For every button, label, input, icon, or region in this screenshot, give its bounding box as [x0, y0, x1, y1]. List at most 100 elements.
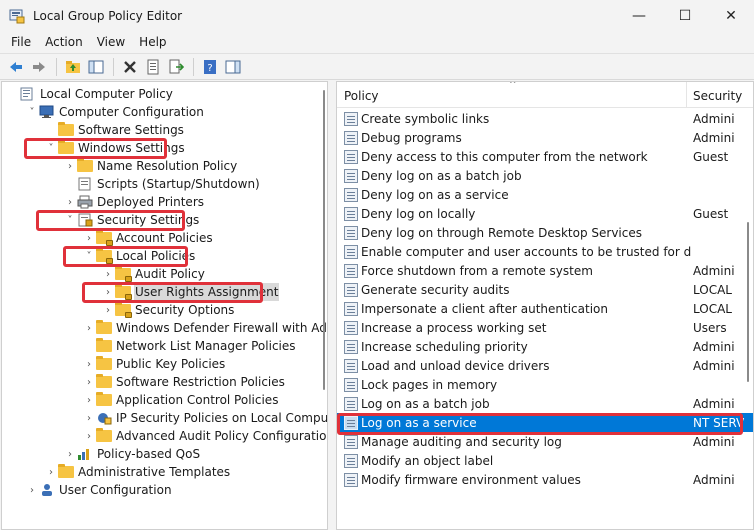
- policy-name: Force shutdown from a remote system: [361, 263, 593, 278]
- policy-row[interactable]: Increase a process working set Users: [337, 318, 753, 337]
- help-icon: ?: [204, 59, 216, 74]
- tree-node[interactable]: ˅ Local Policies: [2, 247, 320, 265]
- properties-button[interactable]: [142, 56, 164, 78]
- tree-node[interactable]: › User Configuration: [2, 481, 320, 499]
- collapse-chevron-icon[interactable]: ˅: [44, 139, 58, 157]
- tree-vertical-scrollbar[interactable]: [321, 82, 327, 529]
- policy-row[interactable]: Deny log on as a batch job: [337, 166, 753, 185]
- column-header-security[interactable]: Security: [693, 89, 742, 103]
- tree-node[interactable]: › IP Security Policies on Local Computer: [2, 409, 327, 427]
- action-pane-icon: [225, 60, 241, 73]
- tree-node[interactable]: › Advanced Audit Policy Configuration: [2, 427, 327, 445]
- expand-chevron-icon[interactable]: ›: [82, 427, 96, 445]
- tree-node[interactable]: › Deployed Printers: [2, 193, 320, 211]
- maximize-button[interactable]: ☐: [662, 0, 708, 32]
- policy-name: Manage auditing and security log: [361, 434, 562, 449]
- policy-row[interactable]: Log on as a batch job Admini: [337, 394, 753, 413]
- column-header-policy[interactable]: Policy: [344, 89, 379, 103]
- policy-row[interactable]: Impersonate a client after authenticatio…: [337, 299, 753, 318]
- forward-button[interactable]: [28, 56, 50, 78]
- details-pane[interactable]: ^ Policy Security Create symbolic links A…: [336, 81, 754, 530]
- close-button[interactable]: ✕: [708, 0, 754, 32]
- tree-node[interactable]: ˅ Windows Settings: [2, 139, 320, 157]
- policy-row[interactable]: Increase scheduling priority Admini: [337, 337, 753, 356]
- tree-node[interactable]: Scripts (Startup/Shutdown): [2, 175, 320, 193]
- list-vertical-scrollbar[interactable]: [745, 222, 751, 382]
- policy-row[interactable]: Manage auditing and security log Admini: [337, 432, 753, 451]
- menu-action[interactable]: Action: [38, 35, 90, 49]
- expand-chevron-icon[interactable]: ›: [63, 445, 77, 463]
- policy-row[interactable]: Deny log on locally Guest: [337, 204, 753, 223]
- expand-chevron-icon[interactable]: ›: [101, 265, 115, 283]
- tree-node[interactable]: › Administrative Templates: [2, 463, 320, 481]
- expand-chevron-icon[interactable]: ›: [82, 391, 96, 409]
- policy-row[interactable]: Force shutdown from a remote system Admin…: [337, 261, 753, 280]
- show-hide-tree-button[interactable]: [85, 56, 107, 78]
- tree-node[interactable]: Network List Manager Policies: [2, 337, 320, 355]
- expand-chevron-icon[interactable]: ›: [63, 193, 77, 211]
- tree-node[interactable]: › Software Restriction Policies: [2, 373, 320, 391]
- folder-icon: [96, 428, 112, 443]
- tree-node[interactable]: ˅ Security Settings: [2, 211, 320, 229]
- policy-row[interactable]: Create symbolic links Admini: [337, 109, 753, 128]
- policy-setting-icon: [344, 225, 358, 240]
- policy-row[interactable]: Generate security audits LOCAL: [337, 280, 753, 299]
- policy-row[interactable]: Deny access to this computer from the ne…: [337, 147, 753, 166]
- tree-node[interactable]: › Security Options: [2, 301, 320, 319]
- policy-name: Increase scheduling priority: [361, 339, 528, 354]
- expand-chevron-icon[interactable]: ›: [25, 481, 39, 499]
- back-button[interactable]: [5, 56, 27, 78]
- collapse-chevron-icon[interactable]: ˅: [63, 211, 77, 229]
- policy-security-setting: Admini: [693, 263, 735, 278]
- title-bar: Local Group Policy Editor — ☐ ✕: [0, 0, 754, 32]
- show-action-pane-button[interactable]: [222, 56, 244, 78]
- column-divider[interactable]: [686, 82, 687, 108]
- policy-row[interactable]: Modify firmware environment values Admini: [337, 470, 753, 489]
- tree-node[interactable]: › Audit Policy: [2, 265, 320, 283]
- expand-chevron-icon[interactable]: ›: [82, 355, 96, 373]
- tree-node[interactable]: › User Rights Assignment: [2, 283, 320, 301]
- export-list-button[interactable]: [165, 56, 187, 78]
- expand-chevron-icon[interactable]: ›: [82, 319, 96, 337]
- tree-node[interactable]: › Public Key Policies: [2, 355, 320, 373]
- expand-chevron-icon[interactable]: ›: [63, 157, 77, 175]
- policy-row[interactable]: Deny log on as a service: [337, 185, 753, 204]
- policy-row[interactable]: Deny log on through Remote Desktop Servi…: [337, 223, 753, 242]
- tree-node[interactable]: › Application Control Policies: [2, 391, 320, 409]
- policy-row[interactable]: Modify an object label: [337, 451, 753, 470]
- expand-chevron-icon[interactable]: ›: [101, 283, 115, 301]
- menu-view[interactable]: View: [90, 35, 132, 49]
- expand-chevron-icon[interactable]: ›: [82, 229, 96, 247]
- up-one-level-button[interactable]: [62, 56, 84, 78]
- properties-icon: [147, 59, 159, 74]
- policy-row[interactable]: Debug programs Admini: [337, 128, 753, 147]
- expand-chevron-icon[interactable]: ›: [82, 373, 96, 391]
- collapse-chevron-icon[interactable]: ˅: [82, 247, 96, 265]
- minimize-button[interactable]: —: [616, 0, 662, 32]
- tree-node[interactable]: Software Settings: [2, 121, 320, 139]
- tree-node[interactable]: › Windows Defender Firewall with Advanc: [2, 319, 327, 337]
- expand-chevron-icon[interactable]: ›: [101, 301, 115, 319]
- tree-node-label: Advanced Audit Policy Configuration: [116, 429, 328, 443]
- list-scroll-thumb[interactable]: [747, 222, 749, 382]
- expand-chevron-icon[interactable]: ›: [44, 463, 58, 481]
- delete-button[interactable]: [119, 56, 141, 78]
- expand-chevron-icon[interactable]: ›: [82, 409, 96, 427]
- policy-row[interactable]: Lock pages in memory: [337, 375, 753, 394]
- menu-help[interactable]: Help: [132, 35, 173, 49]
- policy-row[interactable]: Load and unload device drivers Admini: [337, 356, 753, 375]
- tree-scroll-thumb[interactable]: [323, 90, 325, 390]
- tree-node[interactable]: Local Computer Policy: [2, 85, 320, 103]
- collapse-chevron-icon[interactable]: ˅: [25, 103, 39, 121]
- tree-node[interactable]: › Account Policies: [2, 229, 320, 247]
- delete-x-icon: [124, 60, 136, 73]
- menu-file[interactable]: File: [4, 35, 38, 49]
- tree-node[interactable]: › Policy-based QoS: [2, 445, 320, 463]
- tree-node[interactable]: ˅ Computer Configuration: [2, 103, 320, 121]
- help-button[interactable]: ?: [199, 56, 221, 78]
- tree-node[interactable]: › Name Resolution Policy: [2, 157, 320, 175]
- policy-row[interactable]: Log on as a service NT SERV: [337, 413, 753, 432]
- policy-row[interactable]: Enable computer and user accounts to be …: [337, 242, 753, 261]
- console-tree-pane[interactable]: Local Computer Policy ˅ Computer Configura…: [1, 81, 328, 530]
